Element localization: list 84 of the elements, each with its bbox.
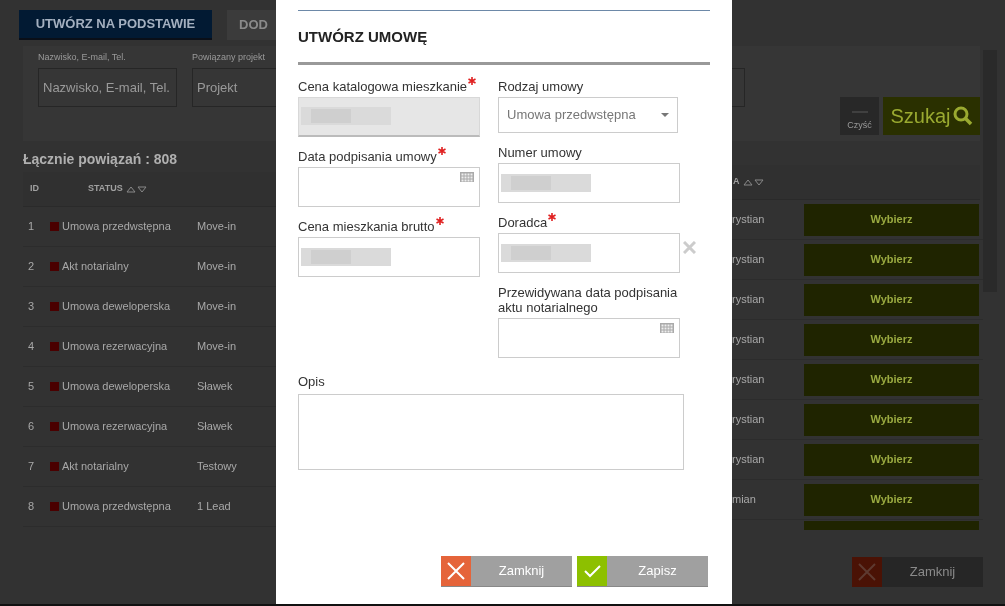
text-field[interactable]	[498, 162, 680, 203]
table-cell-text: 8	[27, 499, 36, 515]
table-cell-text: Umowa rezerwacyjna	[62, 339, 169, 355]
table-cell-text: rystian	[732, 252, 766, 268]
field-label: Rodzaj umowy	[498, 78, 584, 94]
field-label: Przewidywana data podpisania aktu notarialnego	[498, 284, 679, 315]
table-cell-text: Umowa przedwstępna	[62, 219, 172, 235]
table-cell-text: 1 Lead	[197, 499, 231, 515]
table-cell-text: 6	[27, 419, 36, 435]
text-field[interactable]	[498, 232, 680, 273]
table-cell-text: 4	[27, 339, 36, 355]
column-header: A	[732, 175, 740, 189]
sort-icon[interactable]	[742, 178, 765, 186]
field-label: Cena katalogowa mieszkanie	[298, 78, 468, 94]
status-square-icon	[50, 382, 59, 391]
table-cell-text: Move-in	[197, 259, 237, 275]
field-label: Data podpisania umowy	[298, 148, 437, 164]
caret-icon	[661, 112, 669, 117]
table-cell-text: Move-in	[197, 339, 237, 355]
filter-field[interactable]: Nazwisko, E-mail, Tel.	[38, 68, 177, 107]
table-cell-text: rystian	[732, 452, 766, 468]
table-cell-text: 5	[27, 379, 36, 395]
status-square-icon	[50, 222, 59, 231]
table-cell-text: mian	[732, 492, 757, 508]
select-button[interactable]: Wybierz	[804, 363, 979, 396]
date-field[interactable]	[298, 166, 480, 207]
table-cell-text: 2	[27, 259, 36, 275]
table-cell-text: 3	[27, 299, 36, 315]
column-header: ID	[29, 182, 40, 196]
status-square-icon	[50, 422, 59, 431]
column-header: STATUS	[88, 182, 123, 196]
status-square-icon	[50, 262, 59, 271]
search-icon	[952, 106, 973, 126]
table-cell-text: rystian	[732, 332, 766, 348]
table-cell-text: Umowa deweloperska	[62, 379, 172, 395]
table-cell-text: Umowa rezerwacyjna	[62, 419, 169, 435]
table-cell-text: Sławek	[197, 379, 233, 395]
dialog-title: UTWÓRZ UMOWĘ	[298, 27, 429, 47]
clear-button[interactable]: Czyść	[840, 97, 879, 135]
contract-type-select[interactable]: Umowa przedwstępna	[498, 96, 678, 133]
field-label: Cena mieszkania brutto	[298, 218, 435, 234]
description-field[interactable]	[298, 394, 684, 470]
table-cell-text: Move-in	[197, 219, 237, 235]
total-count: Łącznie powiązań : 808	[23, 150, 179, 169]
select-button[interactable]: Wybierz	[804, 283, 979, 316]
table-cell-text: 1	[27, 219, 36, 235]
status-square-icon	[50, 462, 59, 471]
text-field[interactable]	[298, 236, 480, 277]
table-cell-text: Move-in	[197, 299, 237, 315]
table-cell-text: Testowy	[197, 459, 237, 475]
date-field[interactable]	[498, 317, 680, 358]
field-label: Numer umowy	[498, 144, 582, 160]
calendar-icon[interactable]	[460, 171, 474, 182]
table-cell-text: rystian	[732, 372, 766, 388]
table-cell-text: Umowa deweloperska	[62, 299, 172, 315]
select-button[interactable]: Wybierz	[804, 323, 979, 356]
add-button[interactable]: DOD	[227, 10, 276, 40]
table-cell-text: Umowa przedwstępna	[62, 499, 172, 515]
field-label: Opis	[298, 372, 326, 391]
select-button[interactable]: Wybierz	[804, 243, 979, 276]
select-button[interactable]: Wybierz	[804, 403, 979, 436]
search-button[interactable]: Szukaj	[883, 97, 980, 135]
status-square-icon	[50, 502, 59, 511]
table-cell-text: Akt notarialny	[62, 259, 130, 275]
field-label: Doradca	[498, 214, 548, 230]
create-based-on-button[interactable]: UTWÓRZ NA PODSTAWIE	[19, 10, 212, 40]
clear-icon[interactable]	[683, 240, 696, 254]
table-cell-text: Akt notarialny	[62, 459, 130, 475]
table-cell-text: rystian	[732, 412, 766, 428]
sort-icon[interactable]	[125, 185, 148, 193]
select-button[interactable]	[804, 521, 979, 530]
table-cell-text: 7	[27, 459, 36, 475]
status-square-icon	[50, 342, 59, 351]
filter-label: Nazwisko, E-mail, Tel.	[38, 52, 127, 63]
calendar-icon[interactable]	[660, 322, 674, 333]
table-cell-text: rystian	[732, 292, 766, 308]
close-button[interactable]: Zamknij	[852, 557, 983, 587]
select-button[interactable]: Wybierz	[804, 483, 979, 516]
select-button[interactable]: Wybierz	[804, 203, 979, 236]
table-cell-text: Sławek	[197, 419, 233, 435]
filter-label: Powiązany projekt	[192, 52, 267, 63]
table-cell-text: rystian	[732, 212, 766, 228]
status-square-icon	[50, 302, 59, 311]
select-button[interactable]: Wybierz	[804, 443, 979, 476]
